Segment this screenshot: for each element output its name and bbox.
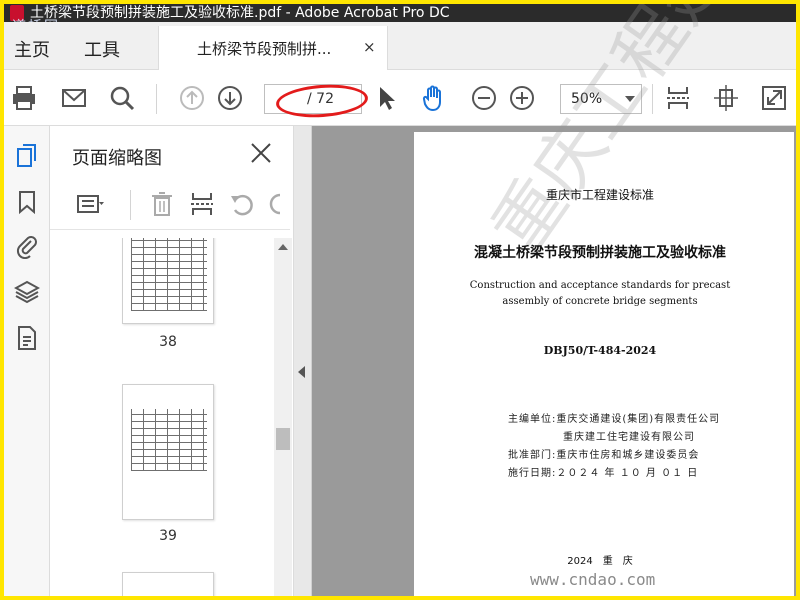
collapse-panel-button[interactable] bbox=[294, 126, 312, 596]
insert-pages-button[interactable] bbox=[188, 190, 218, 220]
menu-tools[interactable]: 工具 bbox=[84, 36, 120, 62]
search-icon bbox=[110, 86, 135, 111]
document-code: DBJ50/T-484-2024 bbox=[543, 344, 657, 357]
thumbnail-list: 38 39 bbox=[50, 238, 274, 596]
panel-title: 页面缩略图 bbox=[72, 148, 162, 169]
thumbnail-page-39[interactable] bbox=[122, 384, 214, 520]
site-url-watermark: www.cndao.com bbox=[530, 570, 656, 589]
print-icon bbox=[13, 86, 35, 110]
document-title-cn: 混凝土桥梁节段预制拼装施工及验收标准 bbox=[474, 245, 726, 261]
document-title-en-line2: assembly of concrete bridge segments bbox=[502, 296, 698, 307]
zoom-out-button[interactable] bbox=[468, 82, 500, 114]
panel-toolbar bbox=[50, 180, 290, 230]
bookmark-icon bbox=[19, 191, 35, 215]
panel-tool-separator bbox=[130, 190, 131, 220]
document-line: 主编单位:重庆交通建设(集团)有限责任公司 bbox=[508, 414, 721, 425]
search-button[interactable] bbox=[106, 82, 138, 114]
rotate-counterclockwise-icon bbox=[231, 194, 253, 216]
page-thumbnails-button[interactable] bbox=[11, 140, 43, 172]
select-tool-button[interactable] bbox=[370, 82, 402, 114]
document-view[interactable]: 重庆工程建设 重庆市工程建设标准 混凝土桥梁节段预制拼装施工及验收标准 Cons… bbox=[294, 4, 796, 596]
thumbnail-table-preview bbox=[131, 409, 207, 471]
thumbnail-label: 39 bbox=[159, 528, 177, 544]
tab-label: 土桥梁节段预制拼... bbox=[197, 40, 332, 58]
thumbnails-panel: 页面缩略图 38 39 bbox=[50, 126, 294, 596]
rotate-clockwise-icon bbox=[269, 193, 281, 215]
pdf-page: 重庆工程建设 重庆市工程建设标准 混凝土桥梁节段预制拼装施工及验收标准 Cons… bbox=[414, 4, 794, 596]
trash-icon bbox=[152, 192, 172, 216]
plus-circle-icon bbox=[510, 86, 534, 110]
thumbnail-page-38[interactable] bbox=[122, 238, 214, 324]
document-line: 批准部门:重庆市住房和城乡建设委员会 bbox=[508, 450, 700, 461]
minus-circle-icon bbox=[472, 86, 496, 110]
cursor-arrow-icon bbox=[380, 87, 395, 110]
arrow-up-circle-icon bbox=[180, 86, 204, 110]
hand-tool-button[interactable] bbox=[418, 82, 450, 114]
full-screen-button[interactable] bbox=[758, 82, 790, 114]
document-title-en-line1: Construction and acceptance standards fo… bbox=[469, 280, 731, 291]
zoom-in-button[interactable] bbox=[506, 82, 538, 114]
layers-button[interactable] bbox=[11, 276, 43, 308]
acrobat-window: 土桥梁节段预制拼装施工及验收标准.pdf - Adobe Acrobat Pro… bbox=[4, 4, 796, 596]
insert-page-icon bbox=[191, 193, 213, 215]
options-list-icon bbox=[77, 195, 104, 213]
scroll-up-icon[interactable] bbox=[278, 244, 288, 250]
panel-close-button[interactable] bbox=[248, 140, 274, 166]
toolbar-separator bbox=[156, 84, 157, 114]
next-page-button[interactable] bbox=[214, 82, 246, 114]
move-arrows-page-icon bbox=[714, 85, 738, 111]
chevron-left-icon bbox=[298, 366, 305, 378]
thumbnail-options-button[interactable] bbox=[76, 190, 106, 220]
tab-close-icon[interactable]: × bbox=[363, 38, 376, 56]
hand-icon bbox=[422, 85, 441, 112]
print-button[interactable] bbox=[8, 82, 40, 114]
thumbnail-page-40[interactable] bbox=[122, 572, 214, 596]
bookmarks-button[interactable] bbox=[11, 186, 43, 218]
menu-home[interactable]: 主页 bbox=[14, 36, 50, 62]
close-icon bbox=[251, 143, 271, 163]
window-title: 土桥梁节段预制拼装施工及验收标准.pdf - Adobe Acrobat Pro… bbox=[30, 5, 450, 21]
paperclip-icon bbox=[16, 236, 37, 259]
rotate-ccw-button[interactable] bbox=[228, 190, 258, 220]
expand-icon bbox=[762, 86, 786, 110]
content-button[interactable] bbox=[11, 322, 43, 354]
document-line: 施行日期:２０２４ 年 １０ 月 ０１ 日 bbox=[508, 468, 699, 479]
pages-icon bbox=[17, 144, 36, 167]
document-icon bbox=[18, 326, 36, 350]
layers-icon bbox=[14, 280, 40, 304]
scrollbar-thumb[interactable] bbox=[276, 428, 290, 450]
thumbnail-table-preview bbox=[131, 238, 207, 311]
rotate-cw-button[interactable] bbox=[266, 190, 286, 220]
document-footer: 2024 重 庆 bbox=[567, 556, 633, 567]
attachments-button[interactable] bbox=[11, 230, 43, 262]
thumbnail-scrollbar[interactable] bbox=[274, 238, 292, 596]
document-org-header: 重庆市工程建设标准 bbox=[545, 188, 654, 202]
document-tab[interactable]: 土桥梁节段预制拼... × bbox=[158, 26, 388, 71]
envelope-icon bbox=[62, 89, 86, 107]
navigation-rail bbox=[4, 126, 50, 596]
delete-pages-button[interactable] bbox=[148, 190, 178, 220]
previous-page-button[interactable] bbox=[176, 82, 208, 114]
thumbnail-label: 38 bbox=[159, 334, 177, 350]
arrow-down-circle-icon bbox=[218, 86, 242, 110]
email-button[interactable] bbox=[58, 82, 90, 114]
rotate-view-button[interactable] bbox=[710, 82, 742, 114]
document-line: 重庆建工住宅建设有限公司 bbox=[508, 432, 695, 443]
